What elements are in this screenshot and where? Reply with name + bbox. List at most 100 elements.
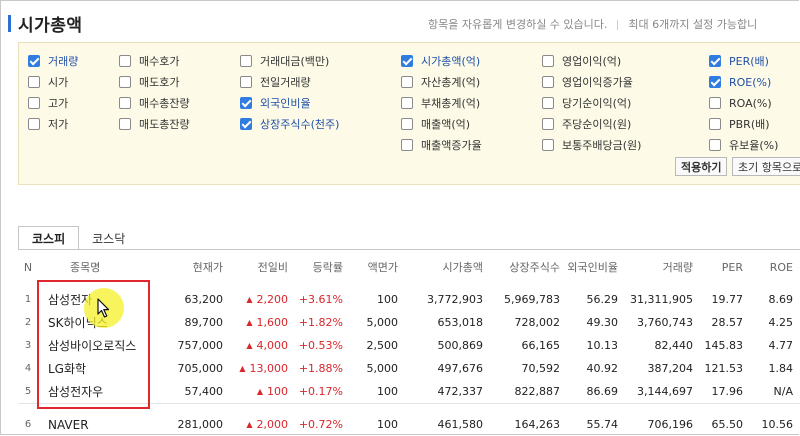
checkbox-checked[interactable] — [401, 55, 413, 67]
checkbox-unchecked[interactable] — [542, 97, 554, 109]
option-item[interactable]: 시가 — [28, 72, 78, 92]
stock-name-link[interactable]: 삼성전자 — [38, 288, 158, 311]
checkbox-checked[interactable] — [28, 55, 40, 67]
option-item[interactable]: 매수호가 — [119, 51, 190, 71]
option-item[interactable]: 부채총계(억) — [401, 93, 482, 113]
option-item[interactable]: 저가 — [28, 114, 78, 134]
checkbox-unchecked[interactable] — [119, 76, 131, 88]
row-number: 1 — [24, 294, 32, 305]
change-rate: +1.88% — [298, 362, 343, 375]
checkbox-unchecked[interactable] — [709, 139, 721, 151]
column-header[interactable]: 외국인비율 — [560, 254, 618, 280]
checkbox-unchecked[interactable] — [401, 139, 413, 151]
market-cap: 653,018 — [437, 316, 484, 329]
option-item[interactable]: 당기순이익(억) — [542, 93, 641, 113]
option-item[interactable]: 거래대금(백만) — [240, 51, 339, 71]
option-item[interactable]: 유보율(%) — [709, 135, 778, 155]
stock-name-link[interactable]: SK하이닉스 — [38, 311, 158, 334]
checkbox-checked[interactable] — [240, 118, 252, 130]
checkbox-unchecked[interactable] — [542, 55, 554, 67]
option-label: ROE(%) — [729, 75, 772, 89]
up-arrow-icon: ▲ — [246, 318, 253, 327]
checkbox-checked[interactable] — [240, 97, 252, 109]
checkbox-unchecked[interactable] — [240, 76, 252, 88]
option-item[interactable]: 시가총액(억) — [401, 51, 482, 71]
change-rate: +0.72% — [298, 418, 343, 431]
apply-button[interactable]: 적용하기 — [675, 157, 728, 176]
checkbox-unchecked[interactable] — [542, 139, 554, 151]
column-header[interactable]: 상장주식수 — [483, 254, 560, 280]
page-title: 시가총액 — [18, 15, 83, 36]
checkbox-unchecked[interactable] — [542, 76, 554, 88]
checkbox-unchecked[interactable] — [401, 97, 413, 109]
column-header[interactable]: 전일비 — [223, 254, 288, 280]
stock-name-link[interactable]: 삼성바이오로직스 — [38, 334, 158, 357]
row-number: 5 — [24, 386, 32, 397]
checkbox-unchecked[interactable] — [119, 97, 131, 109]
option-item[interactable]: 주당순이익(원) — [542, 114, 641, 134]
column-header[interactable]: 등락률 — [288, 254, 343, 280]
option-column: 시가총액(억) 자산총계(억) 부채총계(억) 매출액(억) 매출액증가율 — [401, 51, 482, 156]
option-item[interactable]: 고가 — [28, 93, 78, 113]
column-header[interactable]: N — [18, 254, 38, 280]
option-item[interactable]: 상장주식수(천주) — [240, 114, 339, 134]
option-item[interactable]: ROE(%) — [709, 72, 778, 92]
tab-kosdaq[interactable]: 코스닥 — [79, 226, 138, 250]
discussion-cell — [793, 413, 800, 436]
stock-name-link[interactable]: 삼성전자우 — [38, 380, 158, 404]
column-header[interactable]: PER — [693, 254, 743, 280]
option-label: ROA(%) — [729, 96, 772, 110]
checkbox-unchecked[interactable] — [542, 118, 554, 130]
option-item[interactable]: 자산총계(억) — [401, 72, 482, 92]
checkbox-checked[interactable] — [709, 55, 721, 67]
column-header[interactable]: 토론 — [793, 254, 800, 280]
tab-underline — [18, 249, 800, 250]
current-price: 57,400 — [184, 385, 224, 398]
option-item[interactable]: 거래량 — [28, 51, 78, 71]
column-header[interactable]: 종목명 — [38, 254, 158, 280]
option-item[interactable]: 외국인비율 — [240, 93, 339, 113]
checkbox-unchecked[interactable] — [401, 76, 413, 88]
option-item[interactable]: 보통주배당금(원) — [542, 135, 641, 155]
checkbox-unchecked[interactable] — [709, 118, 721, 130]
option-item[interactable]: 영업이익증가율 — [542, 72, 641, 92]
checkbox-unchecked[interactable] — [28, 76, 40, 88]
checkbox-unchecked[interactable] — [401, 118, 413, 130]
checkbox-unchecked[interactable] — [119, 55, 131, 67]
option-item[interactable]: PER(배) — [709, 51, 778, 71]
option-label: PER(배) — [729, 55, 769, 68]
checkbox-checked[interactable] — [709, 76, 721, 88]
checkbox-unchecked[interactable] — [709, 97, 721, 109]
reset-button[interactable]: 초기 항목으로 — [732, 157, 800, 176]
option-item[interactable]: 매출액(억) — [401, 114, 482, 134]
option-item[interactable]: PBR(배) — [709, 114, 778, 134]
column-header[interactable]: ROE — [743, 254, 793, 280]
volume: 706,196 — [647, 418, 694, 431]
stock-name-link[interactable]: NAVER — [38, 413, 158, 436]
table-row: 4 LG화학 705,000 ▲ 13,000 +1.88% 5,000 497,676 70,… — [18, 357, 800, 380]
stock-name-link[interactable]: LG화학 — [38, 357, 158, 380]
checkbox-unchecked[interactable] — [28, 97, 40, 109]
change-amount: ▲ 13,000 — [223, 357, 288, 380]
discussion-cell — [793, 334, 800, 357]
column-header[interactable]: 액면가 — [343, 254, 398, 280]
option-item[interactable]: 매도호가 — [119, 72, 190, 92]
current-price: 757,000 — [177, 339, 224, 352]
option-label: 상장주식수(천주) — [260, 118, 340, 131]
option-item[interactable]: 영업이익(억) — [542, 51, 641, 71]
checkbox-unchecked[interactable] — [28, 118, 40, 130]
checkbox-unchecked[interactable] — [240, 55, 252, 67]
change-amount-value: 100 — [267, 385, 288, 398]
option-item[interactable]: 전일거래량 — [240, 72, 339, 92]
option-item[interactable]: ROA(%) — [709, 93, 778, 113]
checkbox-unchecked[interactable] — [119, 118, 131, 130]
tab-kospi[interactable]: 코스피 — [18, 226, 80, 250]
option-item[interactable]: 매수총잔량 — [119, 93, 190, 113]
discussion-cell — [793, 288, 800, 311]
up-arrow-icon: ▲ — [246, 420, 253, 429]
column-header[interactable]: 거래량 — [618, 254, 693, 280]
column-header[interactable]: 시가총액 — [398, 254, 483, 280]
option-item[interactable]: 매도총잔량 — [119, 114, 190, 134]
column-header[interactable]: 현재가 — [158, 254, 223, 280]
option-item[interactable]: 매출액증가율 — [401, 135, 482, 155]
